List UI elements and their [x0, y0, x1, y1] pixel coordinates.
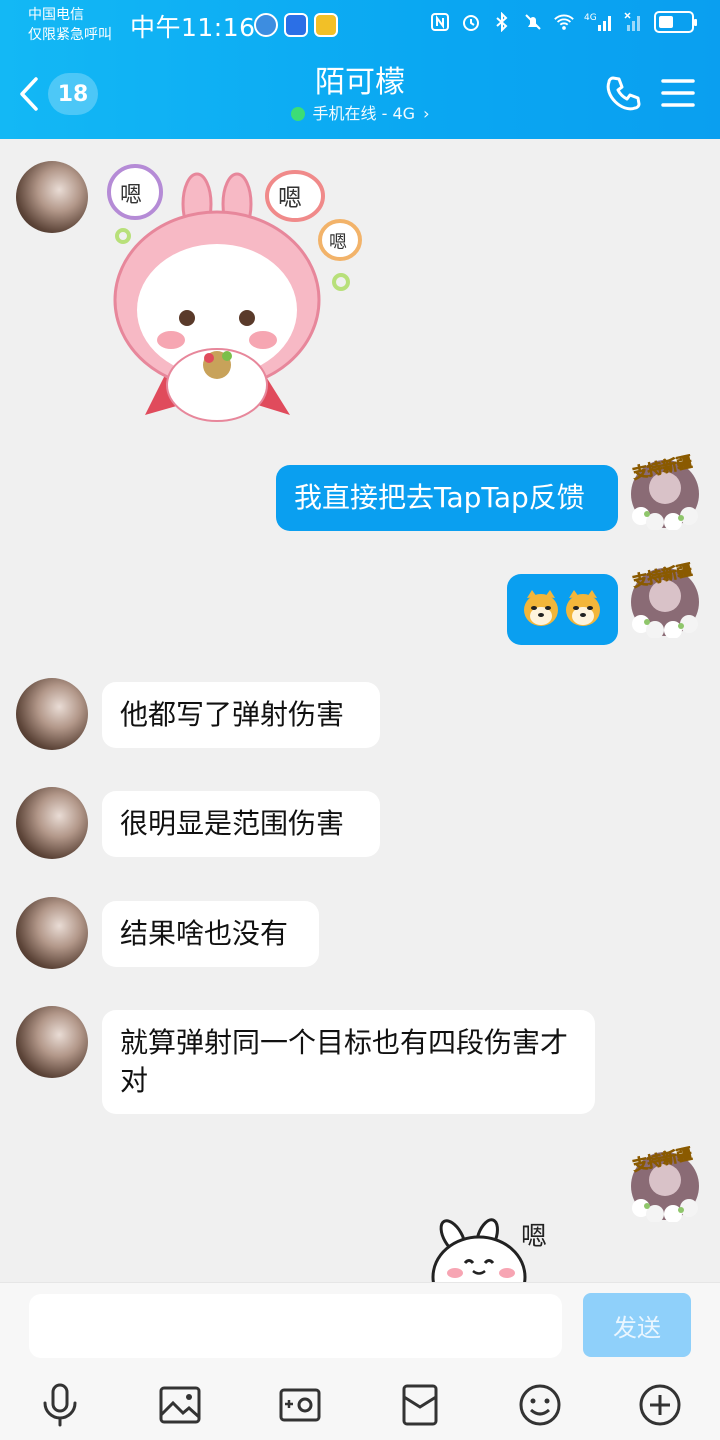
camera-icon: [279, 1388, 321, 1422]
more-options-button[interactable]: [638, 1383, 682, 1427]
contact-avatar[interactable]: [16, 787, 88, 859]
my-avatar[interactable]: 支持新疆: [627, 452, 703, 531]
outgoing-emoji-bubble[interactable]: [507, 574, 618, 645]
emoji-icon: [519, 1384, 561, 1426]
message-text: 很明显是范围伤害: [120, 807, 345, 840]
network-label: 4G: [584, 13, 597, 23]
shield-notification-icon: [284, 13, 308, 37]
wifi-icon: [553, 11, 575, 33]
sticker-bunny-message[interactable]: 嗯 嗯 嗯: [105, 160, 370, 430]
battery-level: [659, 16, 673, 28]
contact-avatar[interactable]: [16, 897, 88, 969]
status-time: 中午11:16: [130, 13, 256, 42]
incoming-message-bubble[interactable]: 他都写了弹射伤害: [102, 682, 380, 748]
message-text: 他都写了弹射伤害: [120, 698, 345, 731]
outgoing-message-bubble[interactable]: 我直接把去TapTap反馈: [276, 465, 618, 531]
browser-notification-icon: [254, 13, 278, 37]
send-button[interactable]: 发送: [583, 1293, 691, 1357]
status-bar: 中国电信 仅限紧急呼叫 中午11:16 4G: [0, 0, 720, 50]
mail-notification-icon: [314, 13, 338, 37]
photo-button[interactable]: [158, 1383, 202, 1427]
red-packet-button[interactable]: [398, 1383, 442, 1427]
sticker-text: 嗯: [521, 1222, 547, 1252]
mute-bell-icon: [522, 11, 544, 33]
status-chevron-icon: ›: [423, 104, 430, 123]
carrier-info: 中国电信 仅限紧急呼叫: [28, 5, 112, 45]
battery-icon: [654, 11, 697, 33]
incoming-message-bubble[interactable]: 就算弹射同一个目标也有四段伤害才对: [102, 1010, 595, 1114]
camera-button[interactable]: [278, 1383, 322, 1427]
message-text: 就算弹射同一个目标也有四段伤害才对: [120, 1026, 569, 1097]
nfc-icon: [429, 11, 451, 33]
composer-bar: 发送: [0, 1282, 720, 1440]
contact-status-text: 手机在线 - 4G: [312, 104, 416, 123]
voice-call-button[interactable]: [604, 73, 644, 113]
chat-header: 中国电信 仅限紧急呼叫 中午11:16 4G 18 陌可檬 手机在线 - 4G …: [0, 0, 720, 139]
message-text: 结果啥也没有: [120, 917, 289, 950]
bunny-sticker-image: 嗯: [431, 1218, 547, 1282]
bunny-sticker-image: 嗯 嗯 嗯: [107, 164, 362, 422]
my-avatar[interactable]: 支持新疆: [627, 1144, 703, 1223]
my-avatar-image: 支持新疆: [630, 560, 699, 639]
plus-icon: [639, 1384, 681, 1426]
my-avatar-image: 支持新疆: [630, 452, 699, 531]
sticker-text: 嗯: [120, 183, 142, 208]
signal-4g-icon: 4G: [584, 11, 614, 33]
contact-avatar[interactable]: [16, 161, 88, 233]
red-packet-icon: [402, 1384, 438, 1426]
photo-icon: [159, 1386, 201, 1424]
more-menu-button[interactable]: [660, 76, 696, 110]
online-dot-icon: [290, 107, 305, 121]
contact-avatar[interactable]: [16, 1006, 88, 1078]
emoji-button[interactable]: [518, 1383, 562, 1427]
sticker-text: 嗯: [278, 184, 302, 212]
contact-status: 手机在线 - 4G ›: [290, 102, 430, 126]
contact-avatar[interactable]: [16, 678, 88, 750]
sticker-text: 嗯: [329, 232, 347, 253]
status-icons: 4G: [429, 11, 697, 33]
voice-input-button[interactable]: [38, 1383, 82, 1427]
my-avatar-image: 支持新疆: [630, 1144, 699, 1223]
bluetooth-icon: [491, 11, 513, 33]
alarm-icon: [460, 11, 482, 33]
incoming-message-bubble[interactable]: 很明显是范围伤害: [102, 791, 380, 857]
message-input[interactable]: [29, 1294, 562, 1358]
message-text: 我直接把去TapTap反馈: [294, 481, 585, 514]
phone-icon: [606, 76, 641, 111]
signal-sim2-icon: [623, 11, 645, 33]
carrier-status: 仅限紧急呼叫: [28, 27, 112, 43]
doge-emoji-icon: [524, 590, 600, 626]
microphone-icon: [43, 1383, 77, 1427]
incoming-message-bubble[interactable]: 结果啥也没有: [102, 901, 319, 967]
carrier-name: 中国电信: [28, 7, 84, 23]
sticker-bunny-message[interactable]: 嗯: [425, 1215, 565, 1282]
my-avatar[interactable]: 支持新疆: [627, 560, 703, 639]
hamburger-menu-icon: [661, 79, 695, 107]
